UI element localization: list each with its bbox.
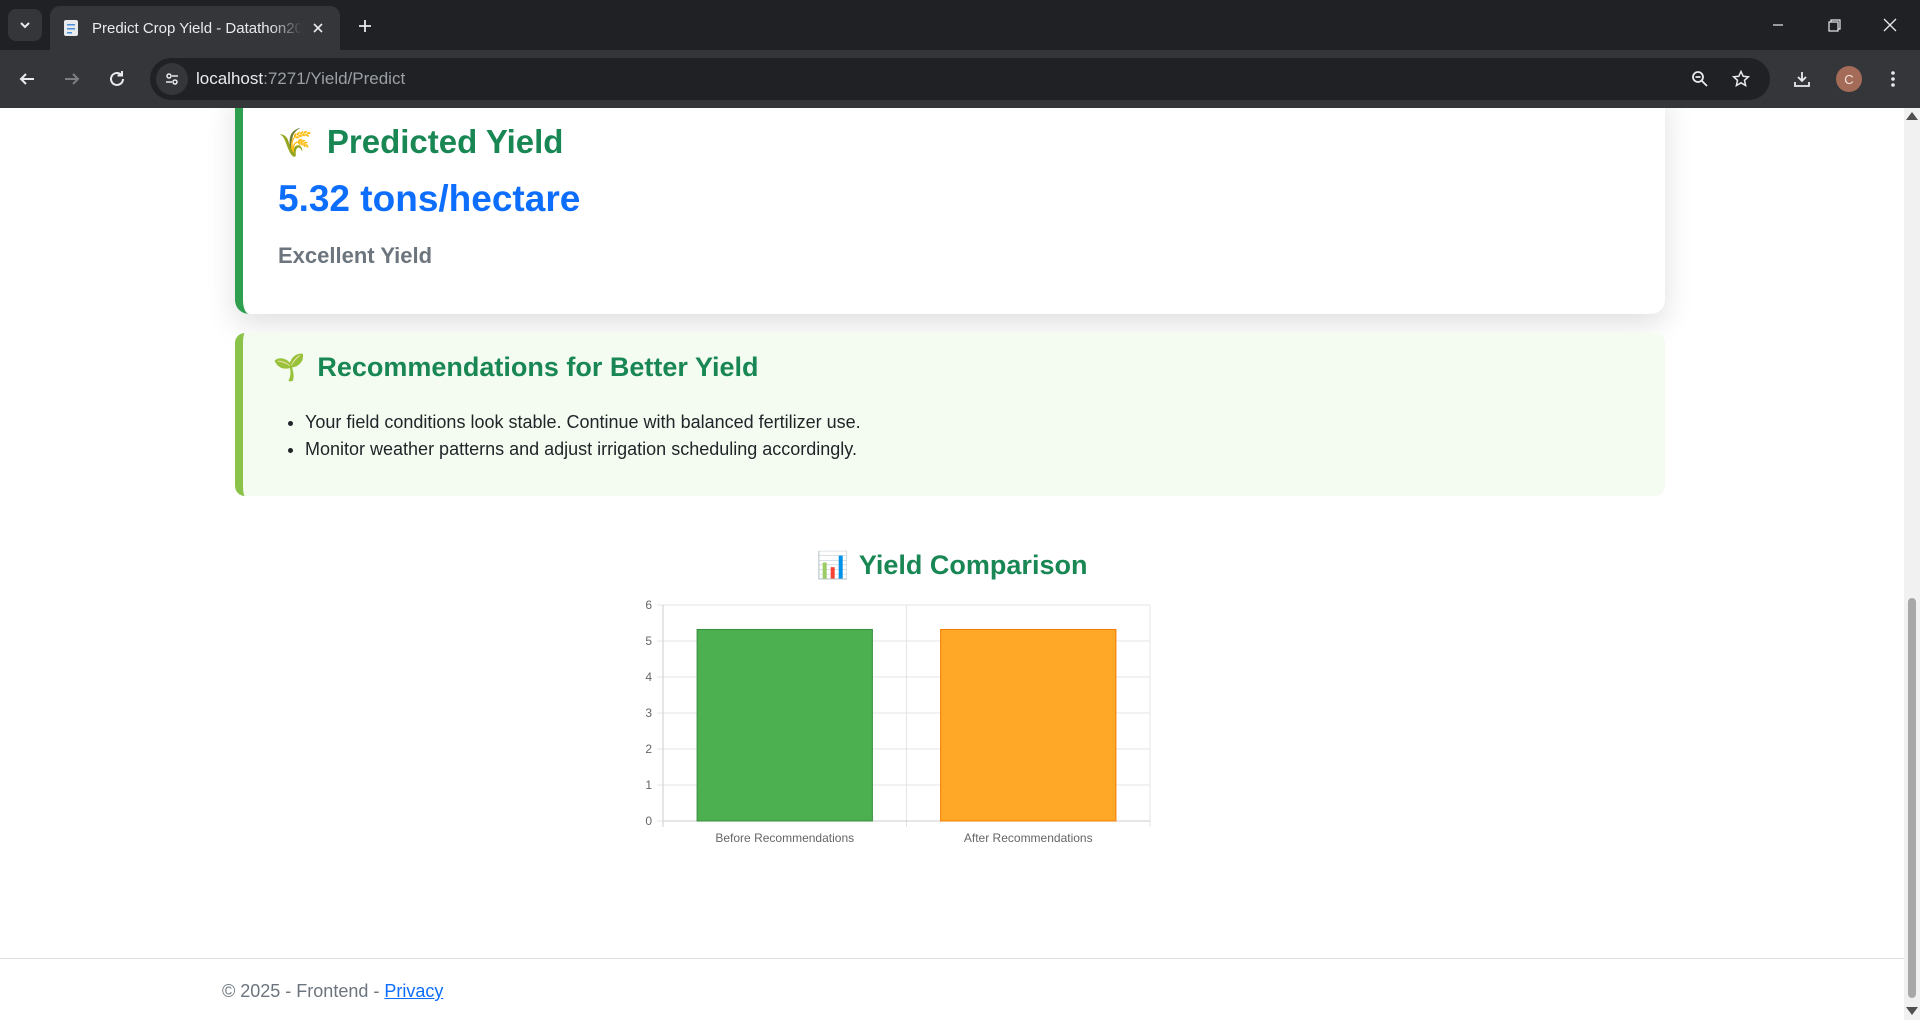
yield-comparison-chart: 0 1 2 3 4 5 6 Before Recommendations After Recom… — [620, 593, 1270, 873]
scroll-thumb[interactable] — [1908, 598, 1916, 998]
y-tick-label: 5 — [645, 634, 652, 648]
privacy-link[interactable]: Privacy — [384, 981, 443, 1001]
address-bar[interactable]: localhost:7271/Yield/Predict — [150, 58, 1770, 100]
y-tick-label: 4 — [645, 670, 652, 684]
back-button[interactable] — [11, 63, 43, 95]
zoom-out-icon — [1692, 71, 1708, 87]
restore-icon — [1827, 18, 1841, 32]
seedling-icon: 🌱 — [273, 352, 306, 382]
browser-toolbar: localhost:7271/Yield/Predict C — [0, 50, 1920, 108]
y-tick-label: 0 — [645, 814, 652, 828]
predicted-yield-heading: 🌾 Predicted Yield — [278, 123, 563, 161]
reload-button[interactable] — [101, 63, 133, 95]
list-item: Your field conditions look stable. Conti… — [305, 409, 861, 436]
recommendations-title: Recommendations for Better Yield — [317, 352, 759, 382]
predicted-yield-title: Predicted Yield — [326, 123, 564, 160]
site-info-button[interactable] — [156, 63, 188, 95]
zoom-button[interactable] — [1684, 63, 1716, 95]
tab-search-button[interactable] — [8, 9, 42, 41]
forward-button[interactable] — [56, 63, 88, 95]
recommendations-list: Your field conditions look stable. Conti… — [305, 409, 861, 463]
arrow-right-icon — [65, 73, 80, 85]
chart-canvas: 0 1 2 3 4 5 6 Before Recommendations After Recom… — [645, 598, 1151, 845]
y-tick-label: 6 — [645, 598, 652, 612]
reload-icon — [110, 71, 124, 86]
recommendations-heading: 🌱 Recommendations for Better Yield — [273, 352, 758, 383]
browser-tab[interactable]: Predict Crop Yield - Datathon2025 — [50, 6, 340, 50]
chart-heading: 📊 Yield Comparison — [0, 550, 1904, 581]
browser-menu-button[interactable] — [1877, 63, 1909, 95]
downloads-button[interactable] — [1786, 63, 1818, 95]
tune-icon — [166, 73, 178, 85]
predicted-yield-value: 5.32 tons/hectare — [278, 178, 581, 219]
footer-divider — [0, 958, 1904, 959]
new-tab-button[interactable] — [352, 13, 378, 39]
x-tick-label: After Recommendations — [964, 831, 1093, 845]
browser-tab-bar: Predict Crop Yield - Datathon2025 — [0, 0, 1920, 50]
footer-copyright: © 2025 - Frontend - — [222, 981, 385, 1001]
y-tick-label: 1 — [645, 778, 652, 792]
more-vertical-icon — [1891, 71, 1895, 87]
bookmark-button[interactable] — [1725, 63, 1757, 95]
tab-close-button[interactable] — [308, 18, 328, 38]
scroll-up-arrow-icon[interactable] — [1906, 112, 1918, 120]
url-path: :7271/Yield/Predict — [263, 69, 406, 88]
bar-chart-icon: 📊 — [816, 550, 849, 580]
predicted-yield-card: 🌾 Predicted Yield 5.32 tons/hectare Exce… — [235, 108, 1665, 314]
page-scrollbar[interactable] — [1904, 108, 1920, 1020]
page-viewport: 🌾 Predicted Yield 5.32 tons/hectare Exce… — [0, 108, 1920, 1020]
url-host: localhost — [196, 69, 264, 88]
profile-avatar[interactable]: C — [1836, 66, 1862, 92]
y-tick-label: 3 — [645, 706, 652, 720]
list-item: Monitor weather patterns and adjust irri… — [305, 436, 861, 463]
chevron-down-icon — [20, 22, 30, 29]
chart-title: Yield Comparison — [858, 550, 1088, 580]
download-icon — [1794, 72, 1810, 87]
minimize-button[interactable] — [1750, 0, 1806, 50]
chart-bar — [696, 628, 873, 822]
close-window-button[interactable] — [1862, 0, 1918, 50]
scroll-down-arrow-icon[interactable] — [1906, 1007, 1918, 1015]
arrow-left-icon — [19, 73, 34, 85]
chart-bar — [940, 628, 1117, 822]
url-text[interactable]: localhost:7271/Yield/Predict — [196, 69, 405, 89]
star-icon — [1732, 70, 1750, 88]
restore-button[interactable] — [1806, 0, 1862, 50]
plus-icon — [359, 20, 371, 32]
yield-rating-label: Excellent Yield — [278, 243, 433, 268]
close-icon — [1883, 18, 1897, 32]
minimize-icon — [1773, 24, 1783, 26]
tab-title: Predict Crop Yield - Datathon2025 — [92, 19, 302, 37]
recommendations-card: 🌱 Recommendations for Better Yield Your … — [235, 333, 1665, 496]
x-tick-label: Before Recommendations — [715, 831, 854, 845]
close-icon — [313, 23, 323, 33]
page-favicon-icon — [62, 18, 80, 38]
footer: © 2025 - Frontend - Privacy — [222, 981, 443, 1002]
y-tick-label: 2 — [645, 742, 652, 756]
wheat-icon: 🌾 — [278, 126, 313, 158]
